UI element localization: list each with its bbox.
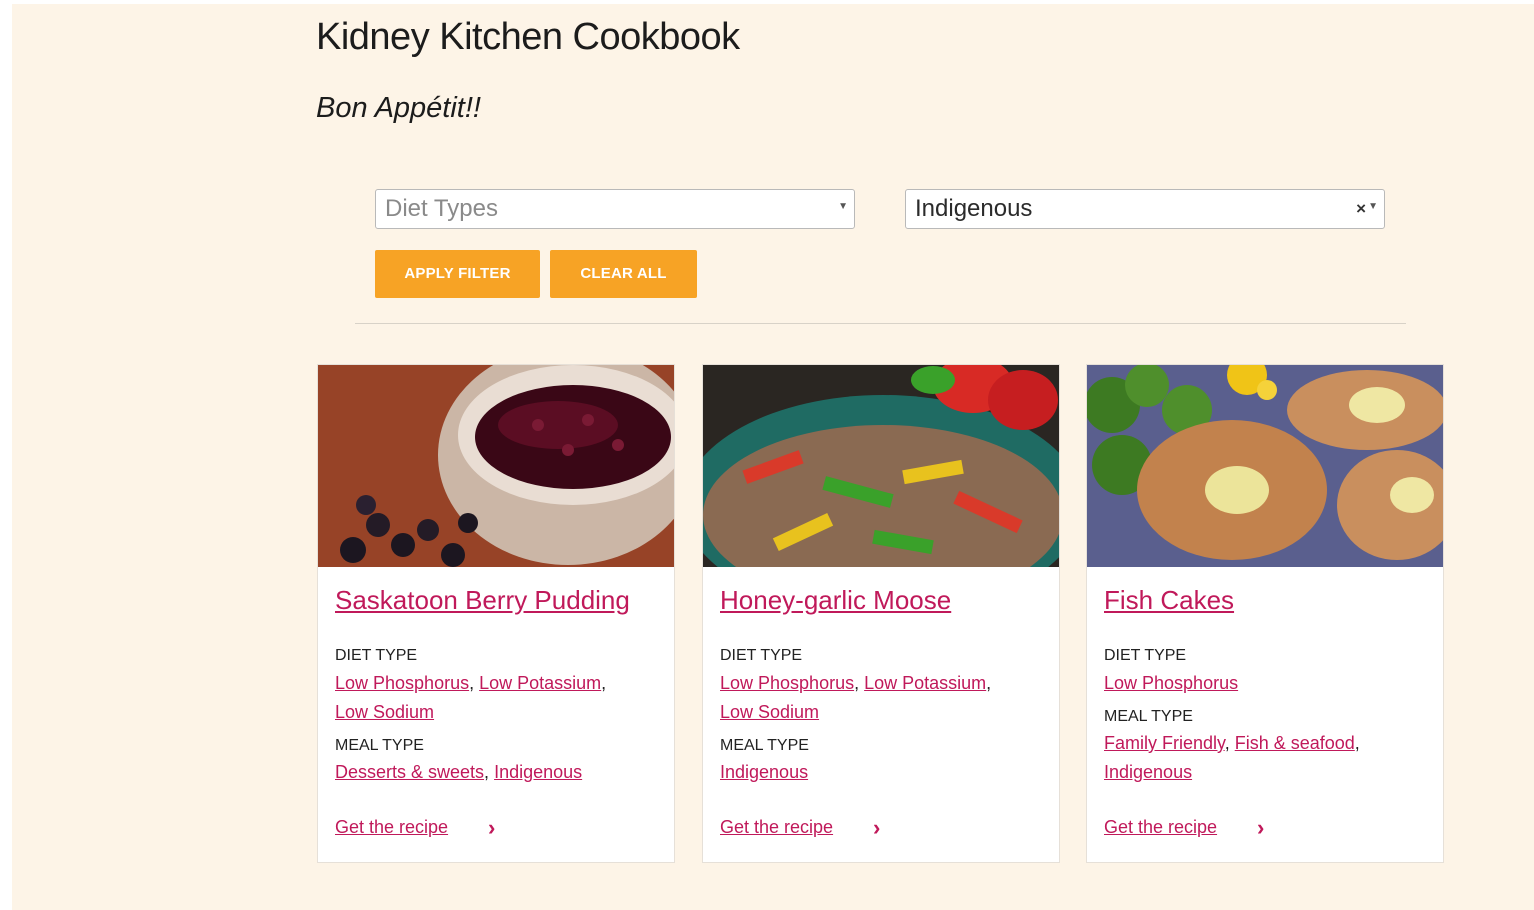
- meal-type-select[interactable]: Indigenous × ▼: [905, 189, 1385, 229]
- diet-link[interactable]: Low Phosphorus: [335, 673, 469, 693]
- get-recipe-link[interactable]: Get the recipe: [335, 817, 448, 838]
- page-subtitle: Bon Appétit!!: [316, 92, 481, 124]
- meal-type-value: Indigenous: [915, 195, 1033, 222]
- page-background: Kidney Kitchen Cookbook Bon Appétit!! Di…: [12, 4, 1534, 910]
- recipe-title-link[interactable]: Fish Cakes: [1104, 585, 1234, 616]
- diet-type-label: DIET TYPE: [720, 647, 803, 664]
- chevron-right-icon[interactable]: ›: [873, 817, 880, 839]
- meal-link[interactable]: Desserts & sweets: [335, 762, 484, 782]
- get-recipe-link[interactable]: Get the recipe: [1104, 817, 1217, 838]
- meal-type-links: Indigenous: [720, 758, 1020, 787]
- meal-link[interactable]: Family Friendly: [1104, 733, 1225, 753]
- meal-type-label: MEAL TYPE: [335, 737, 424, 754]
- get-recipe-link[interactable]: Get the recipe: [720, 817, 833, 838]
- diet-link[interactable]: Low Sodium: [335, 702, 434, 722]
- diet-link[interactable]: Low Potassium: [864, 673, 986, 693]
- divider: [355, 323, 1406, 324]
- meal-type-links: Family Friendly, Fish & seafood, Indigen…: [1104, 733, 1360, 782]
- diet-link[interactable]: Low Phosphorus: [1104, 673, 1238, 693]
- diet-type-links: Low Phosphorus, Low Potassium, Low Sodiu…: [335, 673, 607, 722]
- meal-type-label: MEAL TYPE: [720, 737, 809, 754]
- chevron-right-icon[interactable]: ›: [1257, 817, 1264, 839]
- clear-selection-icon[interactable]: ×: [1356, 190, 1366, 228]
- meal-link[interactable]: Indigenous: [1104, 762, 1192, 782]
- meal-link[interactable]: Fish & seafood: [1235, 733, 1355, 753]
- recipe-title-link[interactable]: Honey-garlic Moose: [720, 585, 951, 616]
- fish-cakes-photo-icon[interactable]: [1087, 365, 1443, 567]
- clear-all-button[interactable]: CLEAR ALL: [550, 250, 697, 298]
- moose-stirfry-photo: [703, 365, 1059, 567]
- meal-link[interactable]: Indigenous: [494, 762, 582, 782]
- recipe-title-link[interactable]: Saskatoon Berry Pudding: [335, 585, 630, 616]
- fish-cakes-photo: [1087, 365, 1443, 567]
- diet-types-placeholder: Diet Types: [385, 195, 498, 222]
- chevron-down-icon: ▼: [1368, 201, 1378, 212]
- moose-stirfry-photo-icon[interactable]: [703, 365, 1059, 567]
- berry-pudding-photo-icon[interactable]: [318, 365, 674, 567]
- berry-pudding-photo: [318, 365, 674, 567]
- diet-link[interactable]: Low Phosphorus: [720, 673, 854, 693]
- diet-type-label: DIET TYPE: [1104, 647, 1187, 664]
- meal-type-label: MEAL TYPE: [1104, 708, 1193, 725]
- chevron-down-icon: ▼: [838, 201, 848, 212]
- meal-link[interactable]: Indigenous: [720, 762, 808, 782]
- meal-type-links: Desserts & sweets, Indigenous: [335, 762, 583, 782]
- diet-type-links: Low Phosphorus, Low Potassium, Low Sodiu…: [720, 673, 992, 722]
- diet-link[interactable]: Low Potassium: [479, 673, 601, 693]
- recipe-card: Fish Cakes DIET TYPE Low Phosphorus MEAL…: [1086, 364, 1444, 863]
- chevron-right-icon[interactable]: ›: [488, 817, 495, 839]
- diet-link[interactable]: Low Sodium: [720, 702, 819, 722]
- page-title: Kidney Kitchen Cookbook: [316, 16, 740, 58]
- recipe-card: Saskatoon Berry Pudding DIET TYPE Low Ph…: [317, 364, 675, 863]
- apply-filter-button[interactable]: APPLY FILTER: [375, 250, 540, 298]
- diet-type-links: Low Phosphorus: [1104, 669, 1404, 698]
- diet-types-select[interactable]: Diet Types ▼: [375, 189, 855, 229]
- diet-type-label: DIET TYPE: [335, 647, 418, 664]
- recipe-card: Honey-garlic Moose DIET TYPE Low Phospho…: [702, 364, 1060, 863]
